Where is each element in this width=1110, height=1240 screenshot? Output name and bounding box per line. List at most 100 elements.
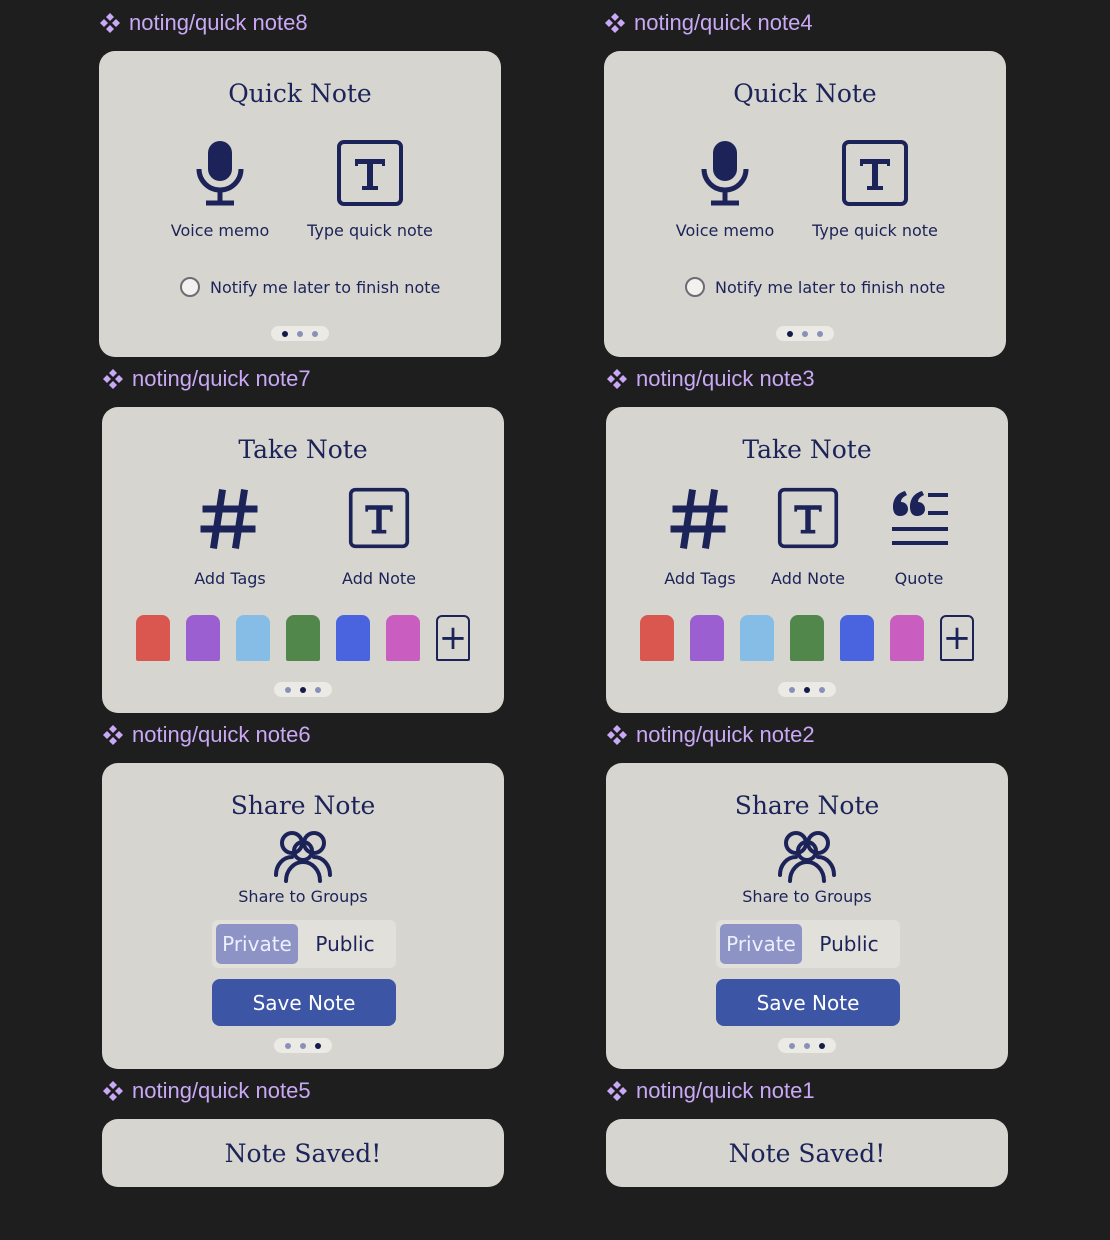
component-icon — [102, 724, 124, 746]
card-title: Share Note — [734, 791, 880, 820]
page-dot[interactable] — [281, 330, 288, 337]
page-dot[interactable] — [315, 686, 322, 693]
component-icon — [99, 12, 121, 34]
voice-memo-button[interactable]: Voice memo — [666, 139, 784, 240]
share-to-groups-label: Share to Groups — [742, 887, 872, 906]
text-icon — [842, 140, 908, 206]
page-dot[interactable] — [315, 1042, 322, 1049]
type-quick-note-button[interactable]: Type quick note — [805, 139, 945, 240]
component-label: noting/quick note1 — [606, 1077, 815, 1105]
group-icon — [778, 831, 836, 883]
color-swatch[interactable] — [286, 615, 320, 661]
color-swatch[interactable] — [640, 615, 674, 661]
notify-option[interactable]: Notify me later to finish note — [685, 277, 945, 297]
component-label: noting/quick note5 — [102, 1077, 311, 1105]
component-label: noting/quick note2 — [606, 721, 815, 749]
card-title: Quick Note — [228, 79, 372, 108]
group-icon — [274, 831, 332, 883]
private-option[interactable]: Private — [216, 924, 298, 964]
add-color-button[interactable]: + — [436, 615, 470, 661]
visibility-toggle: Private Public — [212, 920, 396, 968]
quick-note-card: Quick Note Voice memo Type quick note No… — [99, 51, 501, 357]
color-swatch[interactable] — [386, 615, 420, 661]
add-tags-button[interactable]: Add Tags — [180, 487, 280, 588]
color-swatch[interactable] — [236, 615, 270, 661]
note-saved-card: Note Saved! — [606, 1119, 1008, 1187]
page-dot[interactable] — [819, 1042, 826, 1049]
quote-icon — [892, 491, 948, 545]
page-dot[interactable] — [284, 1042, 291, 1049]
share-note-card: Share Note Share to Groups Private Publi… — [102, 763, 504, 1069]
voice-memo-label: Voice memo — [675, 221, 775, 240]
component-label: noting/quick note3 — [606, 365, 815, 393]
notify-option[interactable]: Notify me later to finish note — [180, 277, 440, 297]
component-label: noting/quick note6 — [102, 721, 311, 749]
voice-memo-label: Voice memo — [170, 221, 270, 240]
page-dot[interactable] — [817, 330, 824, 337]
voice-memo-button[interactable]: Voice memo — [161, 139, 279, 240]
color-swatch[interactable] — [740, 615, 774, 661]
share-to-groups-label: Share to Groups — [238, 887, 368, 906]
share-to-groups-button[interactable]: Share to Groups — [732, 829, 882, 906]
add-note-button[interactable]: Add Note — [329, 487, 429, 588]
take-note-card: Take Note Add Tags Add Note Quote + — [606, 407, 1008, 713]
component-label-text: noting/quick note2 — [636, 722, 815, 747]
page-dot[interactable] — [284, 686, 291, 693]
color-swatch[interactable] — [136, 615, 170, 661]
add-note-button[interactable]: Add Note — [758, 487, 858, 588]
color-swatch[interactable] — [840, 615, 874, 661]
public-option[interactable]: Public — [802, 924, 896, 964]
color-swatch[interactable] — [186, 615, 220, 661]
notify-radio[interactable] — [685, 277, 705, 297]
hashtag-icon — [200, 489, 258, 549]
hashtag-icon — [670, 489, 728, 549]
component-label: noting/quick note4 — [604, 9, 813, 37]
quote-button[interactable]: Quote — [869, 487, 969, 588]
page-indicator — [776, 326, 834, 341]
text-icon — [337, 140, 403, 206]
component-icon — [606, 1080, 628, 1102]
save-note-button[interactable]: Save Note — [716, 979, 900, 1026]
color-swatches: + — [640, 615, 974, 661]
card-title: Take Note — [742, 435, 872, 464]
page-dot[interactable] — [803, 1042, 810, 1049]
page-dot[interactable] — [312, 330, 319, 337]
page-dot[interactable] — [786, 330, 793, 337]
component-icon — [604, 12, 626, 34]
page-dot[interactable] — [299, 1042, 306, 1049]
component-label-text: noting/quick note5 — [132, 1078, 311, 1103]
page-dot[interactable] — [788, 1042, 795, 1049]
color-swatch[interactable] — [336, 615, 370, 661]
public-option[interactable]: Public — [298, 924, 392, 964]
add-note-label: Add Note — [342, 569, 416, 588]
color-swatch[interactable] — [790, 615, 824, 661]
type-quick-note-button[interactable]: Type quick note — [300, 139, 440, 240]
component-icon — [102, 1080, 124, 1102]
page-dot[interactable] — [788, 686, 795, 693]
card-title: Share Note — [230, 791, 376, 820]
page-dot[interactable] — [801, 330, 808, 337]
color-swatch[interactable] — [690, 615, 724, 661]
page-dot[interactable] — [819, 686, 826, 693]
microphone-icon — [701, 141, 749, 206]
save-note-button[interactable]: Save Note — [212, 979, 396, 1026]
page-dot[interactable] — [296, 330, 303, 337]
page-dot[interactable] — [299, 686, 306, 693]
component-icon — [606, 724, 628, 746]
saved-message: Note Saved! — [728, 1138, 886, 1168]
notify-radio[interactable] — [180, 277, 200, 297]
add-color-button[interactable]: + — [940, 615, 974, 661]
card-title: Quick Note — [733, 79, 877, 108]
type-quick-note-label: Type quick note — [307, 221, 433, 240]
private-option[interactable]: Private — [720, 924, 802, 964]
add-tags-button[interactable]: Add Tags — [650, 487, 750, 588]
share-to-groups-button[interactable]: Share to Groups — [228, 829, 378, 906]
component-icon — [102, 368, 124, 390]
page-indicator — [271, 326, 329, 341]
page-dot[interactable] — [803, 686, 810, 693]
page-indicator — [274, 682, 332, 697]
component-label-text: noting/quick note7 — [132, 366, 311, 391]
color-swatch[interactable] — [890, 615, 924, 661]
note-saved-card: Note Saved! — [102, 1119, 504, 1187]
component-label-text: noting/quick note1 — [636, 1078, 815, 1103]
